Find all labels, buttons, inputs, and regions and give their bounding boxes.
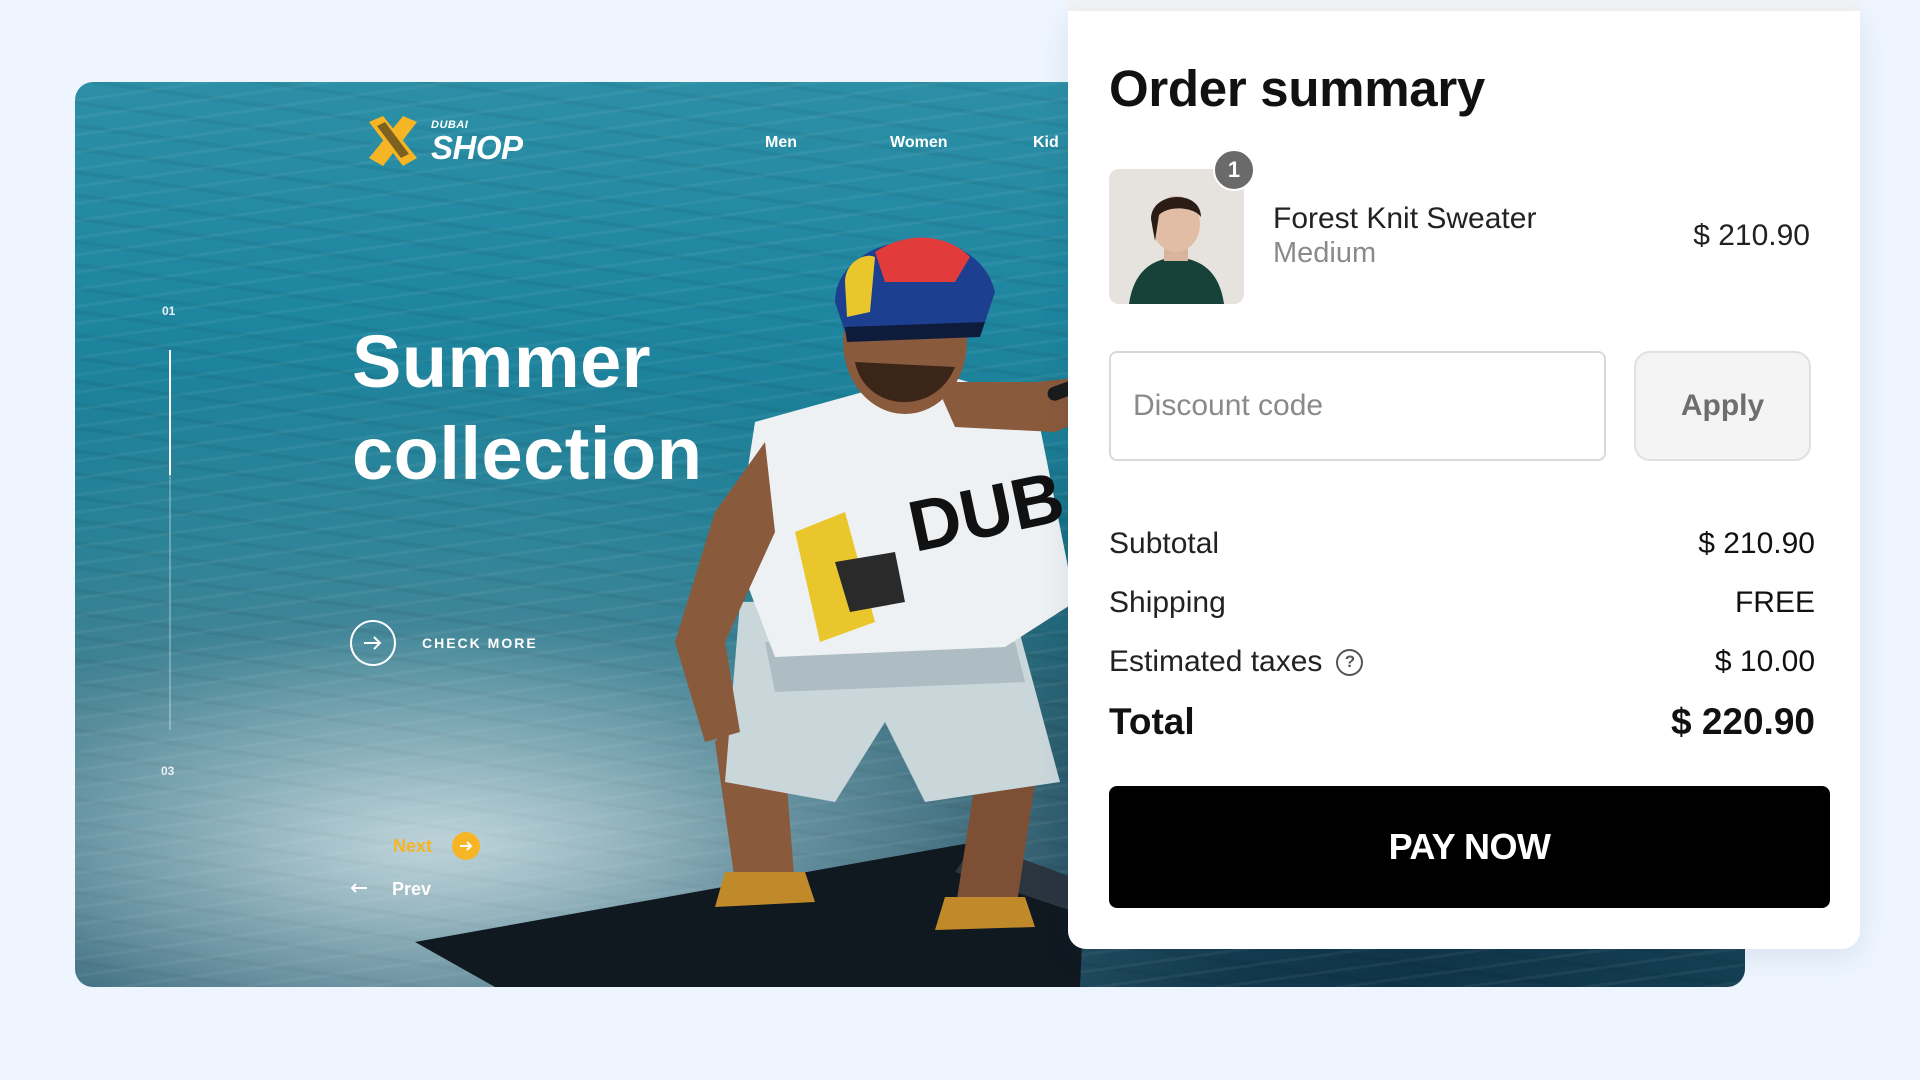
- product-price: $ 210.90: [1693, 219, 1810, 252]
- taxes-label-group: Estimated taxes ?: [1109, 645, 1364, 679]
- hero-title-line-2: collection: [352, 412, 703, 495]
- brand-name: SHOP: [431, 129, 523, 166]
- shipping-row: Shipping FREE: [1109, 586, 1815, 620]
- product-variant: Medium: [1273, 237, 1377, 269]
- subtotal-label: Subtotal: [1109, 527, 1220, 560]
- next-button[interactable]: Next: [393, 832, 481, 860]
- order-summary-panel: Order summary 1 Forest Knit Sweater Medi…: [1068, 11, 1860, 949]
- arrow-right-circle-icon: [350, 620, 396, 666]
- prev-label: Prev: [392, 879, 432, 899]
- logo-mark-icon: [369, 116, 417, 166]
- total-row: Total $ 220.90: [1109, 701, 1815, 743]
- product-image: [1109, 169, 1244, 304]
- panel-top-bar: [1068, 0, 1858, 11]
- arrow-left-icon: [350, 881, 368, 899]
- taxes-row: Estimated taxes ? $ 10.00: [1109, 645, 1815, 679]
- total-label: Total: [1109, 701, 1195, 742]
- help-icon[interactable]: ?: [1336, 648, 1364, 676]
- next-label: Next: [393, 835, 433, 856]
- brand-logo[interactable]: DUBAI SHOP: [363, 112, 523, 172]
- slide-end-number: 03: [161, 764, 175, 778]
- discount-code-input[interactable]: [1109, 351, 1606, 461]
- arrow-right-icon: [452, 832, 481, 860]
- shipping-label: Shipping: [1109, 586, 1226, 619]
- subtotal-row: Subtotal $ 210.90: [1109, 527, 1815, 561]
- slide-progress-fill: [169, 350, 171, 476]
- apply-discount-button[interactable]: Apply: [1634, 351, 1811, 461]
- prev-button[interactable]: Prev: [350, 879, 431, 900]
- nav-item-women[interactable]: Women: [890, 134, 947, 152]
- taxes-value: $ 10.00: [1714, 645, 1815, 678]
- taxes-label: Estimated taxes: [1109, 645, 1323, 678]
- nav-item-kid[interactable]: Kid: [1033, 134, 1059, 152]
- shipping-value: FREE: [1734, 586, 1815, 619]
- quantity-badge: 1: [1213, 149, 1255, 191]
- slide-start-number: 01: [162, 304, 176, 318]
- check-more-label: CHECK MORE: [422, 635, 538, 651]
- product-name: Forest Knit Sweater: [1273, 202, 1537, 235]
- hero-title: Summer collection: [352, 316, 832, 500]
- hero-title-line-1: Summer: [352, 320, 652, 403]
- subtotal-value: $ 210.90: [1698, 527, 1815, 560]
- check-more-link[interactable]: CHECK MORE: [350, 620, 538, 666]
- total-value: $ 220.90: [1670, 701, 1815, 742]
- nav-item-men[interactable]: Men: [765, 134, 797, 152]
- pay-now-button[interactable]: PAY NOW: [1109, 786, 1830, 908]
- order-summary-title: Order summary: [1109, 60, 1485, 117]
- water-spray: [75, 602, 1175, 987]
- slide-progress-track: [169, 350, 171, 730]
